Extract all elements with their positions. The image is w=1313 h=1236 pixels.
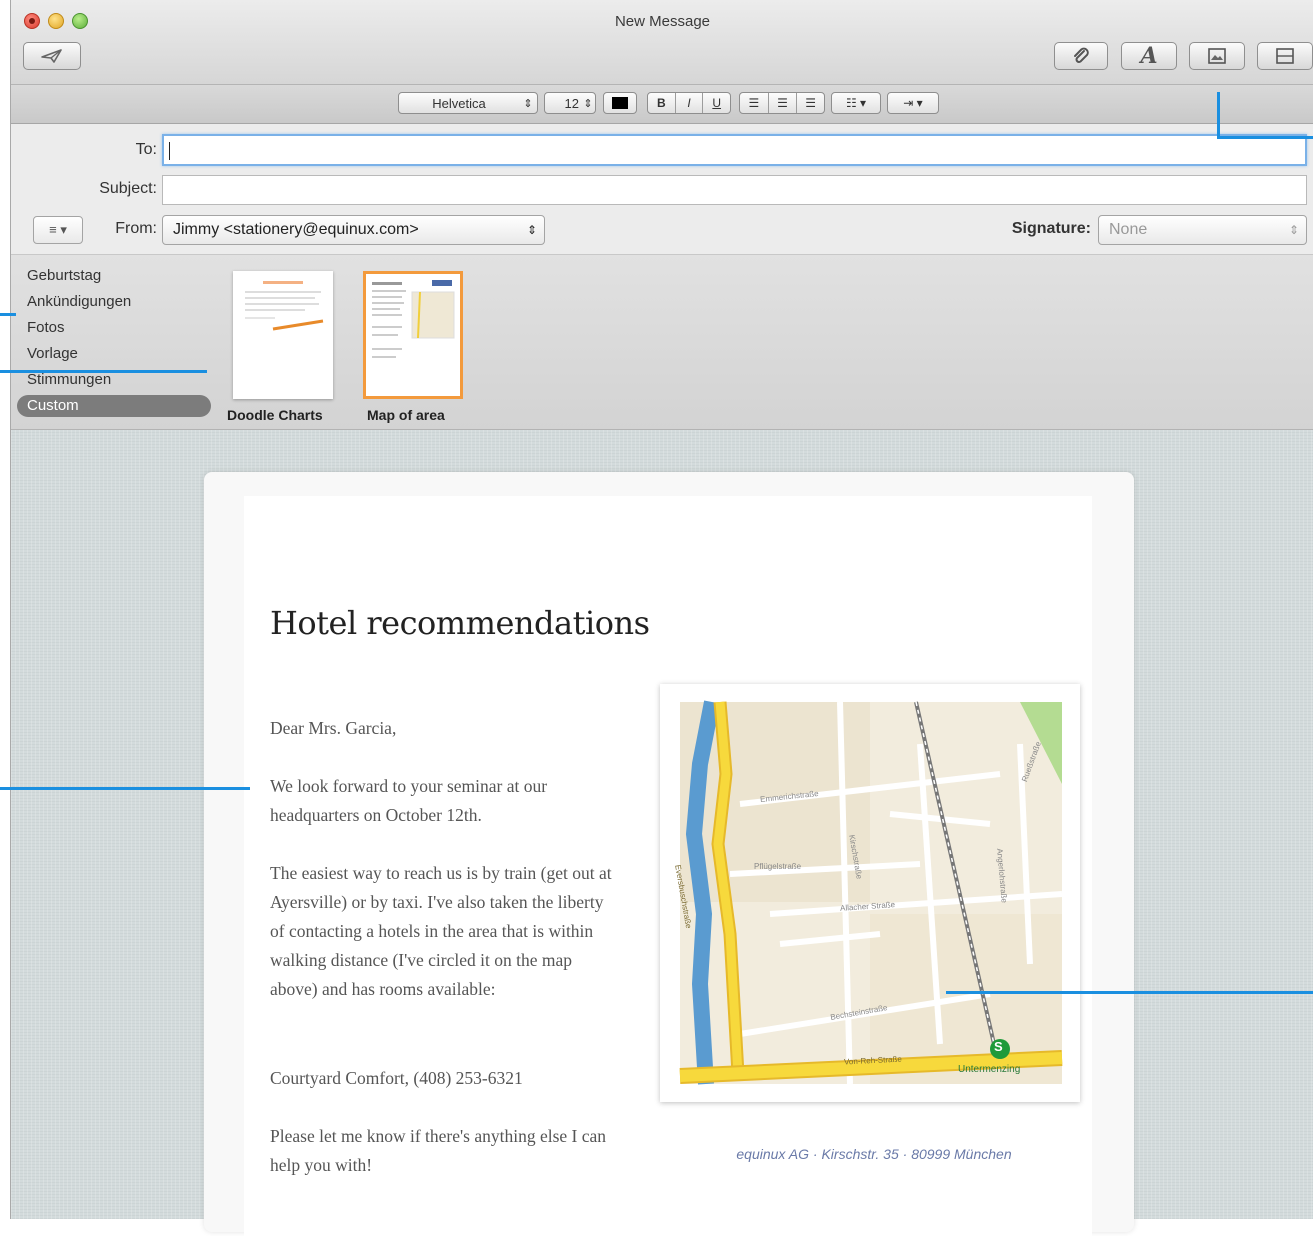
paragraph-seminar[interactable]: We look forward to your seminar at our h…	[270, 772, 620, 830]
underline-button[interactable]: U	[703, 93, 730, 113]
hotel-line[interactable]: Courtyard Comfort, (408) 253-6321	[270, 1064, 620, 1093]
message-headers: To: Subject: ≡ ▾ From: Jimmy <stationery…	[11, 124, 1313, 255]
format-button[interactable]: A	[1121, 42, 1177, 70]
callout-line-templates	[0, 370, 207, 373]
doodle-charts-preview	[245, 281, 324, 331]
map-caption: equinux AG · Kirschstr. 35 · 80999 Münch…	[736, 1146, 1012, 1162]
message-body-area: Hotel recommendations Dear Mrs. Garcia, …	[11, 430, 1313, 1236]
align-center-icon: ☰	[777, 96, 788, 110]
template-doodle-charts[interactable]	[233, 271, 333, 399]
photo-icon	[1208, 48, 1226, 64]
category-ankuendigungen[interactable]: Ankündigungen	[27, 291, 131, 313]
title-bar: New Message A	[11, 0, 1313, 85]
callout-line-stationery-button	[1217, 92, 1220, 138]
signature-popup[interactable]: None ⇕	[1098, 215, 1307, 245]
callout-line-stationery-button-h	[1217, 136, 1313, 139]
template-label-map-of-area: Map of area	[367, 407, 445, 423]
alignment-segmented-control: ☰ ☰ ☰	[739, 92, 825, 114]
from-label: From:	[115, 220, 157, 237]
align-left-icon: ☰	[748, 96, 760, 110]
to-field[interactable]	[162, 134, 1307, 166]
list-menu-icon: ≡ ▾	[49, 222, 67, 237]
category-fotos[interactable]: Fotos	[27, 317, 65, 339]
stationery-pane: Geburtstag Ankündigungen Fotos Vorlage S…	[11, 255, 1313, 430]
from-value: Jimmy <stationery@equinux.com>	[173, 221, 419, 238]
align-right-button[interactable]: ☰	[797, 93, 824, 113]
map-street-label: Pflügelstraße	[754, 862, 802, 871]
stationery-button[interactable]	[1257, 42, 1313, 70]
italic-button[interactable]: I	[676, 93, 704, 113]
text-color-button[interactable]	[603, 92, 637, 114]
station-s-icon: S	[994, 1039, 1003, 1054]
font-icon: A	[1140, 43, 1158, 69]
category-geburtstag[interactable]: Geburtstag	[27, 265, 101, 287]
style-segmented-control: B I U	[647, 92, 731, 114]
list-style-popup[interactable]: ☷ ▾	[831, 92, 881, 114]
indent-popup[interactable]: ⇥ ▾	[887, 92, 939, 114]
subject-field[interactable]	[162, 175, 1307, 205]
signature-label: Signature:	[1011, 220, 1091, 237]
indent-icon: ⇥ ▾	[903, 96, 923, 110]
stepper-arrows-icon: ⇕	[583, 97, 593, 110]
template-map-of-area[interactable]	[363, 271, 463, 399]
category-vorlage[interactable]: Vorlage	[27, 343, 78, 365]
message-paper[interactable]: Hotel recommendations Dear Mrs. Garcia, …	[244, 496, 1092, 1236]
bold-button[interactable]: B	[648, 93, 676, 113]
color-swatch	[612, 97, 628, 109]
to-label: To:	[135, 141, 157, 158]
greeting-text[interactable]: Dear Mrs. Garcia,	[270, 714, 620, 743]
category-custom[interactable]: Custom	[17, 395, 211, 417]
font-size-popup[interactable]: 12 ⇕	[544, 92, 596, 114]
stepper-arrows-icon: ⇕	[526, 223, 538, 237]
align-right-icon: ☰	[805, 96, 817, 110]
text-cursor	[169, 142, 170, 160]
window-title: New Message	[614, 13, 711, 30]
font-size-value: 12	[564, 95, 579, 111]
stepper-arrows-icon: ⇕	[523, 97, 533, 110]
callout-line-text	[0, 787, 250, 790]
stationery-icon	[1276, 48, 1294, 64]
header-fields-menu[interactable]: ≡ ▾	[33, 216, 83, 244]
subject-label: Subject:	[99, 180, 157, 197]
map-image	[679, 700, 1063, 1085]
callout-line-image	[946, 991, 1313, 994]
format-bar: Helvetica ⇕ 12 ⇕ B I U ☰ ☰ ☰ ☷ ▾ ⇥ ▾	[11, 85, 1313, 124]
map-of-area-preview	[372, 280, 455, 358]
paragraph-closing[interactable]: Please let me know if there's anything e…	[270, 1122, 620, 1180]
message-heading[interactable]: Hotel recommendations	[270, 604, 650, 642]
mail-window: New Message A Helvetica ⇕ 12 ⇕ B I U ☰ ☰…	[10, 0, 1313, 1236]
align-left-button[interactable]: ☰	[740, 93, 769, 113]
attach-button[interactable]	[1054, 42, 1108, 70]
map-image-frame[interactable]: S Untermenzing Eversbuschstraße Emmerich…	[660, 684, 1080, 1102]
send-icon	[41, 49, 62, 63]
callout-line-categories	[0, 313, 16, 316]
from-popup[interactable]: Jimmy <stationery@equinux.com> ⇕	[162, 215, 545, 245]
stationery-paper-frame: Hotel recommendations Dear Mrs. Garcia, …	[204, 472, 1134, 1236]
stepper-arrows-icon: ⇕	[1288, 223, 1300, 237]
paperclip-icon	[1074, 47, 1089, 63]
align-center-button[interactable]: ☰	[769, 93, 798, 113]
photo-browser-button[interactable]	[1189, 42, 1245, 70]
template-label-doodle-charts: Doodle Charts	[227, 407, 323, 423]
map-station-label: Untermenzing	[958, 1064, 1021, 1075]
list-icon: ☷ ▾	[845, 96, 867, 110]
font-family-value: Helvetica	[432, 95, 486, 111]
paragraph-directions[interactable]: The easiest way to reach us is by train …	[270, 859, 620, 1004]
font-family-popup[interactable]: Helvetica ⇕	[398, 92, 538, 114]
send-button[interactable]	[23, 42, 81, 70]
signature-value: None	[1109, 221, 1148, 238]
